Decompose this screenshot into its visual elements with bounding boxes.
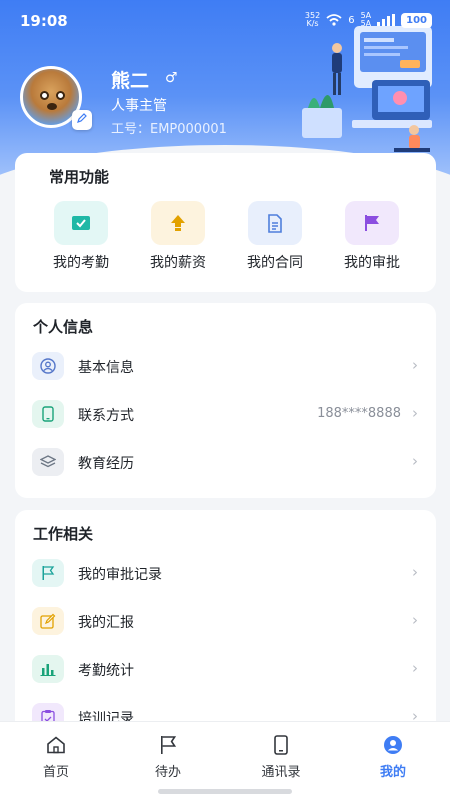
sim2-label: 5A [360, 19, 372, 28]
personal-info-card: 个人信息 基本信息 › 联系方式 188****8888 › 教育经历 › [15, 303, 436, 498]
flag-icon [345, 201, 399, 245]
tab-contacts-label: 通讯录 [261, 765, 301, 780]
sim-labels: 5A 5A [361, 12, 372, 28]
home-indicator[interactable] [158, 789, 292, 794]
quick-attendance-label: 我的考勤 [53, 255, 109, 271]
gender-male-icon: ♂ [165, 70, 178, 86]
row-basic-info-label: 基本信息 [78, 360, 134, 376]
money-arrow-icon [151, 201, 205, 245]
chevron-right-icon: › [412, 404, 418, 422]
quick-contract[interactable]: 我的合同 [235, 201, 315, 272]
wifi-icon [326, 14, 342, 26]
office-illustration [302, 26, 432, 152]
battery-indicator: 100 [401, 12, 432, 28]
flag-icon [32, 559, 64, 587]
chevron-right-icon: › [412, 356, 418, 374]
network-speed: 352 K/s [305, 12, 320, 28]
status-bar: 19:08 352 K/s 6 5A 5A 100 [0, 0, 450, 40]
row-contact-label: 联系方式 [78, 408, 134, 424]
signal-icon [377, 14, 396, 26]
tab-mine-label: 我的 [379, 765, 406, 780]
row-approval-records[interactable]: 我的审批记录 › [15, 554, 436, 594]
profile-role: 人事主管 [111, 98, 167, 114]
avatar[interactable] [20, 66, 96, 130]
quick-salary[interactable]: 我的薪资 [138, 201, 218, 272]
network-speed-unit: K/s [306, 19, 319, 28]
edit-icon [32, 607, 64, 635]
chevron-right-icon: › [412, 563, 418, 581]
layers-icon [32, 448, 64, 476]
row-approval-records-label: 我的审批记录 [78, 567, 162, 583]
quick-attendance[interactable]: 我的考勤 [41, 201, 121, 272]
user-icon [32, 352, 64, 380]
avatar-nose [47, 103, 57, 110]
bar-chart-icon [32, 655, 64, 683]
tab-home-label: 首页 [42, 765, 69, 780]
wifi-label: 6 [348, 14, 355, 26]
quick-functions-card: 常用功能 我的考勤 我的薪资 我的合同 我的审批 [15, 153, 436, 292]
user-icon [353, 734, 433, 756]
row-basic-info[interactable]: 基本信息 › [15, 347, 436, 387]
phone-icon [241, 734, 321, 756]
personal-info-title: 个人信息 [33, 318, 94, 336]
check-icon [54, 201, 108, 245]
document-icon [248, 201, 302, 245]
quick-salary-label: 我的薪资 [150, 255, 206, 271]
tab-mine[interactable]: 我的 [353, 734, 433, 780]
flag-icon [128, 734, 208, 756]
row-contact[interactable]: 联系方式 188****8888 › [15, 395, 436, 435]
tab-todo[interactable]: 待办 [128, 734, 208, 780]
phone-number: 188****8888 [317, 406, 401, 421]
employee-number: 工号：EMP000001 [111, 122, 227, 137]
quick-approval[interactable]: 我的审批 [332, 201, 412, 272]
chevron-right-icon: › [412, 452, 418, 470]
tab-contacts[interactable]: 通讯录 [241, 734, 321, 780]
tab-todo-label: 待办 [154, 765, 181, 780]
row-my-reports[interactable]: 我的汇报 › [15, 602, 436, 642]
row-attendance-stats[interactable]: 考勤统计 › [15, 650, 436, 690]
work-related-card: 工作相关 我的审批记录 › 我的汇报 › 考勤统计 › 培训记录 › [15, 510, 436, 740]
status-icons: 352 K/s 6 5A 5A 100 [305, 12, 432, 28]
edit-avatar-icon[interactable] [72, 110, 92, 130]
avatar-eye-right [56, 91, 65, 100]
profile-name: 熊二 [111, 70, 150, 92]
row-attendance-stats-label: 考勤统计 [78, 663, 134, 679]
work-related-title: 工作相关 [33, 525, 94, 543]
row-education-label: 教育经历 [78, 456, 134, 472]
avatar-eye-left [40, 91, 49, 100]
tab-home[interactable]: 首页 [16, 734, 96, 780]
quick-approval-label: 我的审批 [344, 255, 400, 271]
phone-icon [32, 400, 64, 428]
quick-functions-title: 常用功能 [49, 168, 110, 186]
quick-contract-label: 我的合同 [247, 255, 303, 271]
home-icon [16, 734, 96, 756]
status-time: 19:08 [20, 12, 68, 30]
chevron-right-icon: › [412, 659, 418, 677]
profile-header: 19:08 352 K/s 6 5A 5A 100 熊二 ♂ 人事主管 工号：E… [0, 0, 450, 175]
pencil-icon [77, 113, 87, 123]
chevron-right-icon: › [412, 611, 418, 629]
row-education[interactable]: 教育经历 › [15, 443, 436, 483]
row-my-reports-label: 我的汇报 [78, 615, 134, 631]
